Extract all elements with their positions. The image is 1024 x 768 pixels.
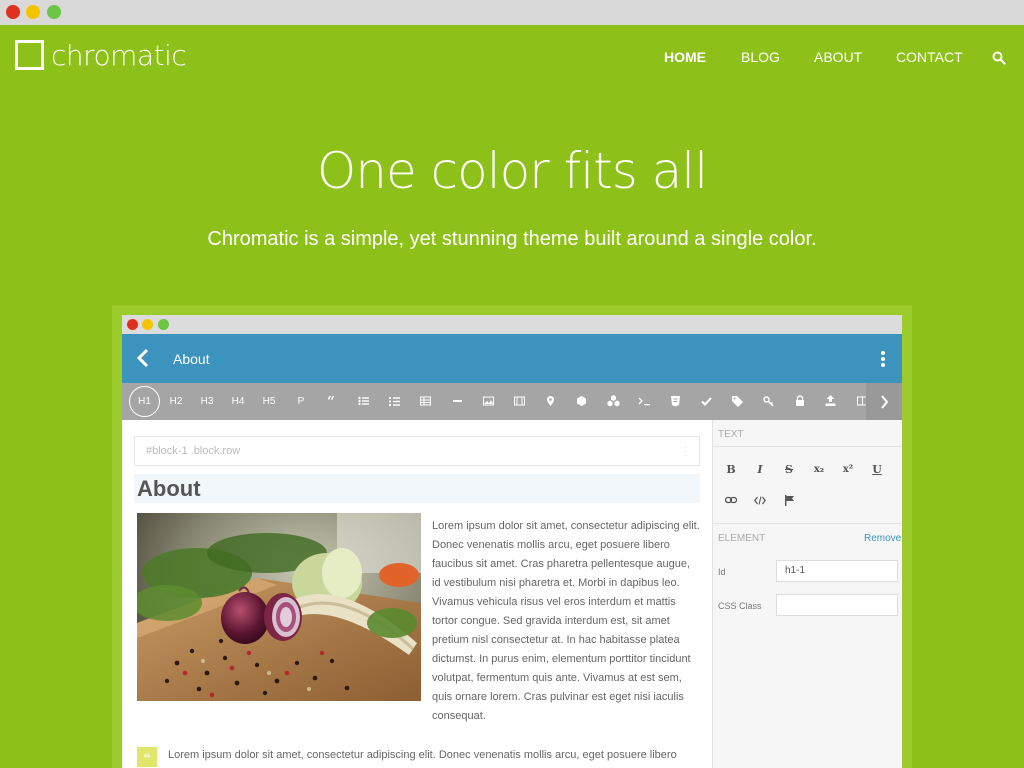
nav-home[interactable]: HOME: [664, 49, 706, 65]
tags-icon[interactable]: [732, 396, 744, 407]
italic-button[interactable]: I: [751, 461, 769, 479]
logo-mark-icon[interactable]: [15, 40, 44, 70]
editor-page-title: About: [173, 351, 210, 367]
maximize-window-button[interactable]: [47, 5, 61, 19]
editor-close-dot: [127, 319, 138, 330]
link-icon[interactable]: [725, 495, 737, 505]
terminal-icon[interactable]: [638, 396, 651, 406]
lock-icon[interactable]: [795, 395, 805, 406]
upload-icon[interactable]: [825, 395, 836, 406]
numbered-list-icon[interactable]: [389, 396, 400, 406]
nav-about[interactable]: ABOUT: [814, 49, 862, 65]
toolbar-h5-button[interactable]: H5: [257, 383, 281, 420]
more-options-icon[interactable]: [880, 351, 886, 367]
heading-block[interactable]: About: [134, 474, 700, 503]
strikethrough-button[interactable]: S: [780, 461, 798, 479]
horizontal-rule-icon[interactable]: [452, 396, 463, 406]
content-heading[interactable]: About: [137, 476, 201, 502]
flag-icon[interactable]: [784, 495, 795, 506]
image-icon[interactable]: [483, 396, 494, 406]
svg-text:“: “: [327, 396, 335, 406]
code-icon[interactable]: [754, 496, 766, 505]
cubes-icon[interactable]: [607, 395, 620, 407]
css-class-field-label: CSS Class: [718, 601, 762, 611]
id-field[interactable]: h1-1: [776, 560, 898, 582]
toolbar-h1-button[interactable]: H1: [129, 386, 160, 417]
properties-panel: TEXT B I S x₂ x² U ELEMENT Remove Id h1-…: [712, 420, 902, 768]
close-window-button[interactable]: [6, 5, 20, 19]
hero-title: One color fits all: [316, 142, 708, 200]
superscript-button[interactable]: x²: [839, 461, 857, 479]
key-icon[interactable]: [763, 396, 774, 407]
site-header: chromatic HOME BLOG ABOUT CONTACT: [0, 25, 1024, 85]
editor-window-titlebar: [122, 315, 902, 334]
check-icon[interactable]: [701, 397, 712, 406]
bold-button[interactable]: B: [722, 461, 740, 479]
toolbar-more-button[interactable]: [866, 383, 902, 420]
editor-window: About H1 H2 H3 H4 H5 P “ #block-1 .block…: [122, 315, 902, 768]
quote-icon[interactable]: “: [327, 396, 338, 406]
toolbar-p-button[interactable]: P: [289, 383, 313, 420]
id-field-label: Id: [718, 567, 726, 577]
underline-button[interactable]: U: [868, 461, 886, 479]
remove-element-link[interactable]: Remove: [864, 533, 901, 544]
html5-icon[interactable]: [670, 396, 681, 407]
hero-subtitle: Chromatic is a simple, yet stunning them…: [207, 228, 817, 250]
nav-contact[interactable]: CONTACT: [896, 49, 963, 65]
search-icon[interactable]: [992, 51, 1006, 65]
back-arrow-icon[interactable]: [136, 348, 150, 368]
nav-blog[interactable]: BLOG: [741, 49, 780, 65]
content-paragraph[interactable]: Lorem ipsum dolor sit amet, consectetur …: [432, 517, 700, 726]
text-section-label: TEXT: [718, 429, 744, 440]
block-path-text: #block-1 .block.row: [146, 445, 241, 457]
editor-app-bar: About: [122, 334, 902, 383]
css-class-field[interactable]: [776, 594, 898, 616]
cube-icon[interactable]: [576, 396, 587, 406]
editor-minimize-dot: [142, 319, 153, 330]
editor-maximize-dot: [158, 319, 169, 330]
element-section-label: ELEMENT: [718, 533, 766, 544]
minimize-window-button[interactable]: [26, 5, 40, 19]
editor-toolbar: H1 H2 H3 H4 H5 P “: [122, 383, 902, 420]
table-icon[interactable]: [420, 396, 431, 406]
map-pin-icon[interactable]: [545, 396, 556, 406]
editor-content: #block-1 .block.row · · · About Lorem ip…: [122, 420, 712, 768]
chevron-right-icon: [881, 395, 889, 409]
video-icon[interactable]: [514, 396, 525, 406]
panel-divider: [713, 523, 902, 524]
blockquote-icon: “: [137, 747, 157, 767]
block-selector[interactable]: #block-1 .block.row · · ·: [134, 436, 700, 466]
content-image[interactable]: [137, 513, 421, 701]
block-options-icon[interactable]: · · ·: [684, 443, 687, 461]
toolbar-h3-button[interactable]: H3: [195, 383, 219, 420]
toolbar-h2-button[interactable]: H2: [164, 383, 188, 420]
subscript-button[interactable]: x₂: [810, 461, 828, 479]
os-title-bar: [0, 0, 1024, 25]
site-logo-text[interactable]: chromatic: [51, 39, 187, 72]
bullet-list-icon[interactable]: [358, 396, 369, 406]
toolbar-h4-button[interactable]: H4: [226, 383, 250, 420]
blockquote-text[interactable]: Lorem ipsum dolor sit amet, consectetur …: [168, 749, 708, 761]
panel-divider: [713, 446, 902, 447]
